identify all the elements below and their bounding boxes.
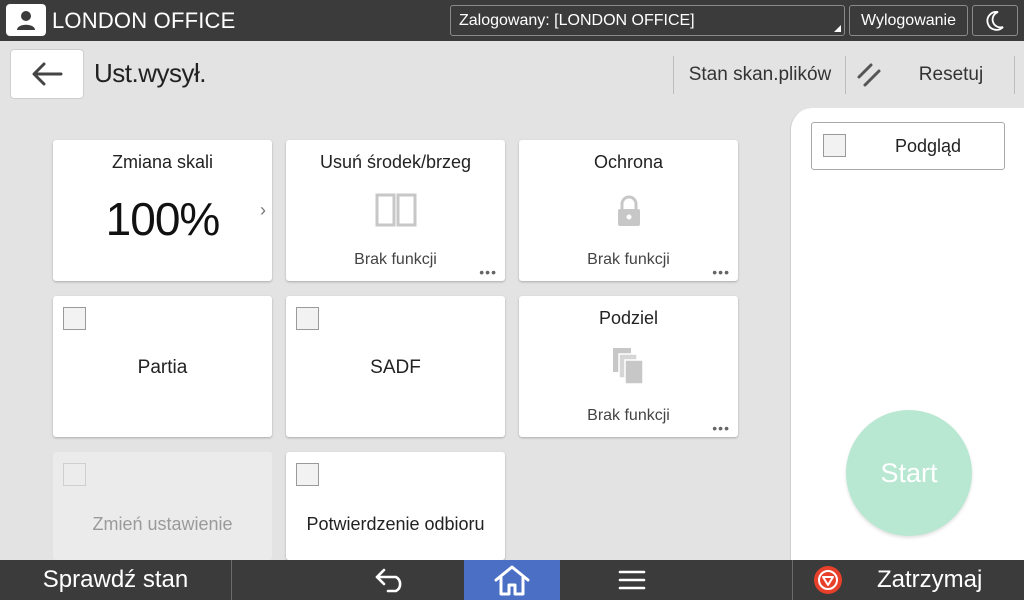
chevron-right-icon: › — [260, 200, 266, 220]
check-status-button[interactable]: Sprawdź stan — [0, 560, 231, 600]
protection-tile[interactable]: Ochrona Brak funkcji ••• — [519, 140, 738, 281]
dropdown-corner-icon — [834, 25, 841, 32]
preview-checkbox[interactable] — [823, 134, 846, 157]
back-arrow-button[interactable] — [343, 560, 439, 600]
tile-title: Zmiana skali — [111, 152, 214, 172]
tile-label: Zmień ustawienie — [92, 514, 233, 534]
moon-icon — [986, 10, 1004, 31]
sadf-checkbox[interactable] — [296, 307, 319, 330]
right-panel: Podgląd Start — [790, 108, 1024, 560]
reset-button[interactable]: Resetuj — [895, 64, 1007, 86]
lock-icon — [617, 195, 640, 226]
tile-label: Partia — [137, 357, 188, 378]
logout-button[interactable]: Wylogowanie — [849, 5, 968, 36]
split-tile[interactable]: Podziel Brak funkcji ••• — [519, 296, 738, 437]
back-button[interactable] — [10, 49, 84, 99]
receipt-confirmation-tile[interactable]: Potwierdzenie odbioru — [286, 452, 505, 560]
preview-button[interactable]: Podgląd — [811, 122, 1005, 170]
tile-title: Ochrona — [593, 152, 664, 172]
stop-icon — [814, 566, 842, 594]
header-divider — [1014, 56, 1015, 94]
change-settings-tile: Zmień ustawienie — [53, 452, 272, 560]
user-button[interactable] — [6, 4, 46, 36]
return-arrow-icon — [375, 568, 402, 593]
erase-edge-icon — [375, 193, 416, 227]
start-button[interactable]: Start — [846, 410, 972, 536]
more-icon: ••• — [479, 264, 497, 280]
change-settings-checkbox — [63, 463, 86, 486]
sadf-tile[interactable]: SADF — [286, 296, 505, 437]
batch-checkbox[interactable] — [63, 307, 86, 330]
page-title: Ust.wysył. — [94, 58, 207, 88]
batch-tile[interactable]: Partia — [53, 296, 272, 437]
scan-status-button[interactable]: Stan skan.plików — [676, 64, 844, 86]
menu-icon — [618, 570, 646, 590]
more-icon: ••• — [712, 264, 730, 280]
erase-edge-tile[interactable]: Usuń środek/brzeg Brak funkcji ••• — [286, 140, 505, 281]
scale-value: 100% — [105, 193, 221, 245]
office-name: LONDON OFFICE — [52, 8, 236, 33]
home-button[interactable] — [464, 560, 560, 600]
home-icon — [494, 565, 530, 596]
header-divider — [845, 56, 846, 94]
stop-label: Zatrzymaj — [877, 566, 983, 593]
tile-title: Podziel — [598, 308, 659, 328]
receipt-checkbox[interactable] — [296, 463, 319, 486]
sleep-button[interactable] — [972, 5, 1018, 36]
menu-button[interactable] — [584, 560, 680, 600]
bottom-divider — [231, 560, 232, 600]
reset-icon[interactable] — [854, 60, 884, 90]
more-icon: ••• — [712, 420, 730, 436]
header-divider — [673, 56, 674, 94]
tile-status: Brak funkcji — [587, 407, 670, 424]
tile-label: Potwierdzenie odbioru — [306, 514, 485, 534]
tile-status: Brak funkcji — [587, 251, 670, 268]
scale-tile[interactable]: Zmiana skali 100% › — [53, 140, 272, 281]
stop-button[interactable]: Zatrzymaj — [793, 560, 1024, 600]
split-pages-icon — [612, 348, 644, 385]
top-bar: LONDON OFFICE Zalogowany: [LONDON OFFICE… — [0, 0, 1024, 41]
user-icon — [17, 11, 35, 30]
login-status-label: Zalogowany: [LONDON OFFICE] — [459, 12, 695, 29]
login-status-select[interactable]: Zalogowany: [LONDON OFFICE] — [450, 5, 845, 36]
tile-label: SADF — [370, 357, 421, 378]
arrow-left-icon — [32, 62, 63, 86]
bottom-bar: Sprawdź stan Zatrzymaj — [0, 560, 1024, 600]
preview-label: Podgląd — [894, 136, 962, 156]
tile-status: Brak funkcji — [354, 251, 437, 268]
tile-title: Usuń środek/brzeg — [319, 152, 472, 172]
